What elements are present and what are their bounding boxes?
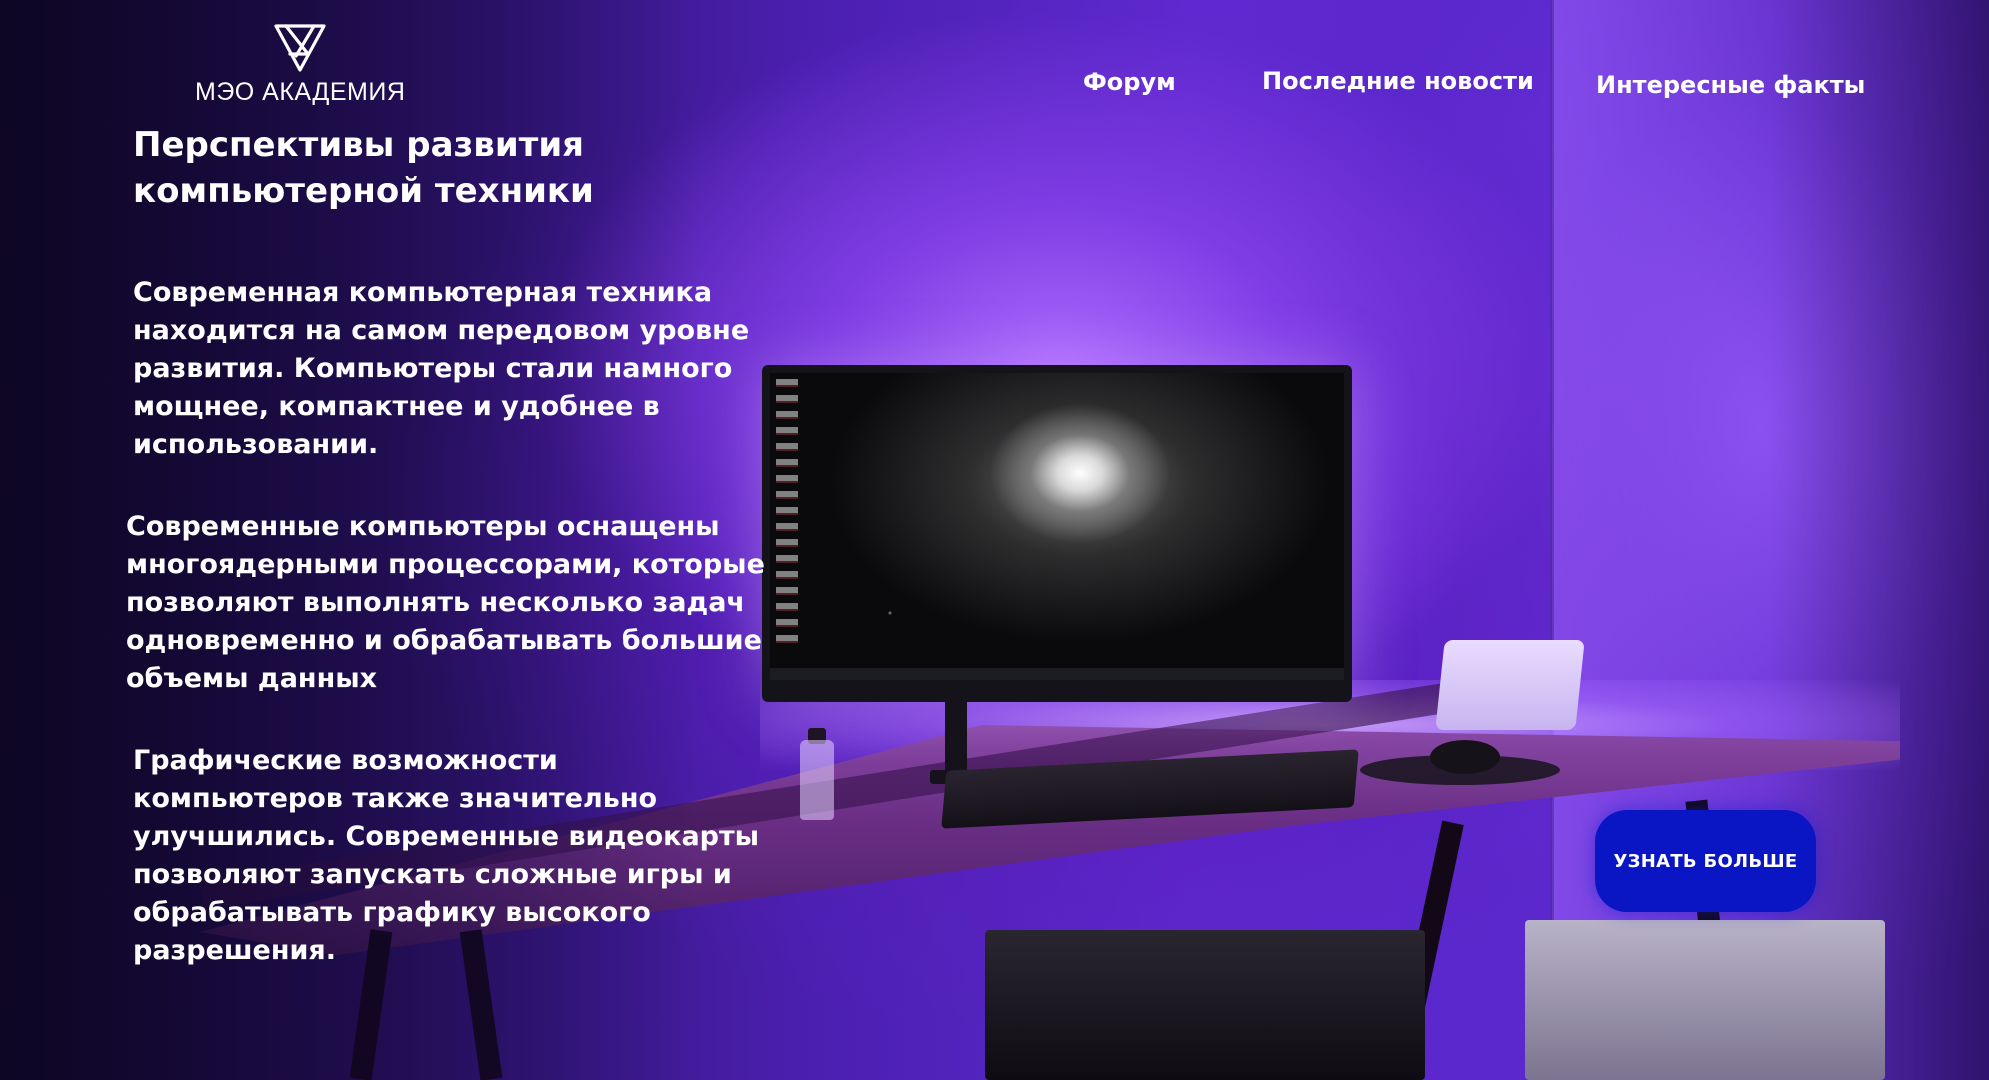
background-receiver (985, 930, 1425, 1080)
page-title: Перспективы развития компьютерной техник… (133, 125, 594, 211)
background-bottle (800, 740, 834, 820)
background-wall-panel (1552, 0, 1989, 1080)
background-monitor-stand (945, 700, 967, 780)
brand-name: МЭО АКАДЕМИЯ (195, 78, 406, 106)
brand-logo[interactable]: МЭО АКАДЕМИЯ (195, 20, 405, 110)
background-speaker (1435, 640, 1585, 730)
triangle-knot-icon (274, 24, 326, 72)
nav-link-interesting-facts[interactable]: Интересные факты (1596, 71, 1865, 99)
nav-link-forum[interactable]: Форум (1083, 68, 1176, 96)
learn-more-button[interactable]: УЗНАТЬ БОЛЬШЕ (1595, 810, 1816, 912)
landing-page: МЭО АКАДЕМИЯ Форум Последние новости Инт… (0, 0, 1989, 1080)
taskbar (770, 668, 1344, 680)
paragraph-graphics-capabilities: Графические возможности компьютеров такж… (133, 745, 760, 966)
desktop-icons (776, 379, 798, 649)
paragraph-multicore-processors: Современные компьютеры оснащены многояде… (126, 511, 765, 694)
nav-link-latest-news[interactable]: Последние новости (1262, 67, 1534, 95)
monitor-screen-galaxy (770, 373, 1344, 680)
background-pc-case (1525, 920, 1885, 1080)
background-monitor (762, 365, 1352, 702)
background-wall-edge (1550, 0, 1554, 1080)
paragraph-modern-technology: Современная компьютерная техника находит… (133, 277, 750, 460)
background-mouse (1430, 740, 1500, 774)
